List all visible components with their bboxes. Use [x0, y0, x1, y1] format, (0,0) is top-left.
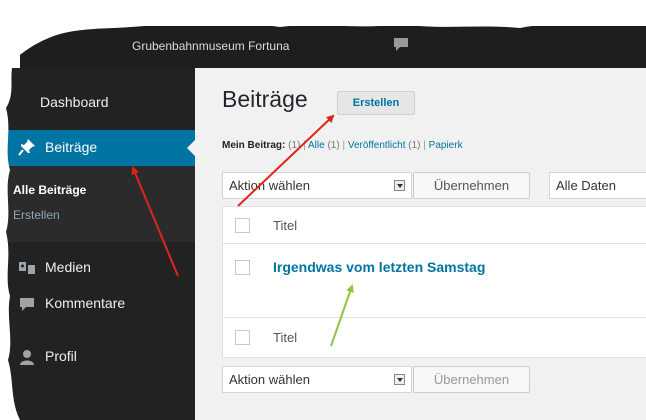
screenshot-stage: Grubenbahnmuseum Fortuna Dashboard Beitr… — [0, 0, 646, 420]
user-icon — [20, 350, 34, 365]
column-footer-title[interactable]: Titel — [273, 330, 297, 345]
select-all-checkbox[interactable] — [235, 218, 250, 233]
sidebar-item-dashboard[interactable]: Dashboard — [0, 86, 195, 120]
filter-trash-link[interactable]: Papierk — [429, 140, 463, 151]
add-new-button[interactable]: Erstellen — [337, 91, 415, 115]
admin-bar — [20, 26, 646, 68]
bulk-action-value: Aktion wählen — [229, 178, 310, 193]
posts-table: Titel Irgendwas vom letzten Samstag Tite… — [222, 206, 646, 358]
active-notch — [187, 140, 195, 156]
media-icon — [19, 262, 35, 274]
page-title: Beiträge — [222, 86, 308, 112]
filter-all-link[interactable]: Alle — [308, 140, 325, 151]
filter-published-link[interactable]: Veröffentlicht — [348, 140, 406, 151]
chevron-down-icon — [394, 180, 405, 191]
sidebar-item-label: Profil — [45, 348, 77, 364]
column-header-title[interactable]: Titel — [273, 218, 297, 233]
filter-mine-label[interactable]: Mein Beitrag: — [222, 140, 285, 151]
submenu-all-posts[interactable]: Alle Beiträge — [13, 183, 86, 197]
apply-button-bottom[interactable]: Übernehmen — [413, 366, 530, 393]
filter-mine-count: (1) — [288, 140, 301, 151]
table-header-row: Titel — [223, 207, 646, 244]
comment-icon — [20, 298, 34, 311]
table-row: Irgendwas vom letzten Samstag — [223, 244, 646, 316]
date-filter-select[interactable]: Alle Daten — [549, 172, 646, 199]
apply-button-top[interactable]: Übernehmen — [413, 172, 530, 199]
bulk-action-value: Aktion wählen — [229, 372, 310, 387]
table-footer-row: Titel — [223, 317, 646, 358]
select-all-checkbox-footer[interactable] — [235, 330, 250, 345]
filter-all-count: (1) — [327, 140, 340, 151]
bulk-action-select-top[interactable]: Aktion wählen — [222, 172, 412, 199]
sidebar-item-label: Medien — [45, 259, 91, 275]
post-title-link[interactable]: Irgendwas vom letzten Samstag — [273, 259, 485, 275]
posts-submenu — [0, 166, 195, 242]
chevron-down-icon — [394, 374, 405, 385]
bulk-action-select-bottom[interactable]: Aktion wählen — [222, 366, 412, 393]
sidebar-item-comments[interactable]: Kommentare — [0, 287, 195, 321]
submenu-add-new[interactable]: Erstellen — [13, 208, 60, 222]
sidebar-item-profile[interactable]: Profil — [0, 340, 195, 374]
post-status-filter: Mein Beitrag: (1) | Alle (1) | Veröffent… — [222, 140, 463, 151]
comment-icon[interactable] — [392, 37, 410, 53]
site-name-link[interactable]: Grubenbahnmuseum Fortuna — [132, 39, 289, 53]
pin-icon — [18, 139, 35, 156]
sidebar-item-posts[interactable]: Beiträge — [0, 130, 195, 166]
sidebar-item-label: Kommentare — [45, 295, 126, 311]
sidebar-item-label: Beiträge — [45, 139, 98, 155]
date-filter-value: Alle Daten — [556, 178, 616, 193]
sidebar-item-label: Dashboard — [40, 94, 109, 110]
filter-published-count: (1) — [408, 140, 421, 151]
row-checkbox[interactable] — [235, 260, 250, 275]
sidebar-item-media[interactable]: Medien — [0, 251, 195, 285]
